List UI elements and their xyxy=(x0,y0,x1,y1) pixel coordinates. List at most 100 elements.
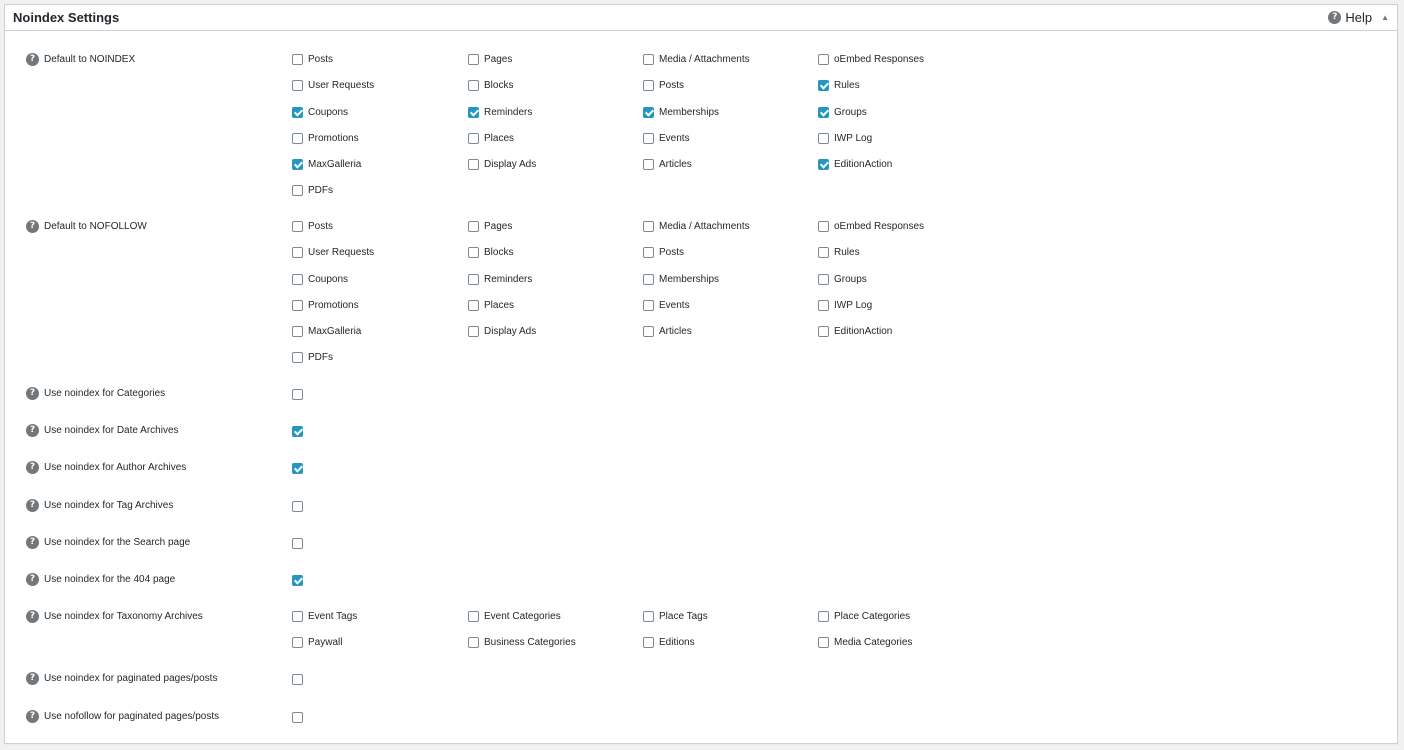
option-label: Groups xyxy=(834,273,867,285)
option-checkbox[interactable] xyxy=(818,299,829,311)
option-checkbox[interactable] xyxy=(468,637,479,649)
setting-checkbox[interactable] xyxy=(292,712,303,723)
option-checkbox[interactable] xyxy=(818,132,829,144)
option-checkbox[interactable] xyxy=(643,54,654,65)
option-checkbox[interactable] xyxy=(643,273,654,285)
option-checkbox[interactable] xyxy=(643,299,654,311)
option-label: User Requests xyxy=(308,80,375,92)
option-checkbox[interactable] xyxy=(818,221,829,232)
option-checkbox[interactable] xyxy=(292,132,303,144)
option-checkbox[interactable] xyxy=(292,326,303,337)
setting-label: ? Use noindex for Categories xyxy=(26,386,165,400)
option-checkbox[interactable] xyxy=(468,299,479,311)
question-circle-icon[interactable]: ? xyxy=(26,52,39,66)
option-checkbox[interactable] xyxy=(643,132,654,144)
option-checkbox[interactable] xyxy=(468,159,479,170)
option-label: IWP Log xyxy=(834,132,873,144)
option-label: Media / Attachments xyxy=(659,221,750,232)
option-checkbox[interactable] xyxy=(643,247,654,259)
question-circle-icon[interactable]: ? xyxy=(26,572,39,586)
option-checkbox[interactable] xyxy=(292,185,303,197)
option-checkbox[interactable] xyxy=(292,352,303,364)
option-checkbox[interactable] xyxy=(468,611,479,622)
option-checkbox[interactable] xyxy=(818,80,829,92)
option-checkbox[interactable] xyxy=(292,273,303,285)
option-checkbox[interactable] xyxy=(643,106,654,118)
question-circle-icon[interactable]: ? xyxy=(26,671,39,685)
option-label: Pages xyxy=(484,221,513,232)
option-checkbox[interactable] xyxy=(292,159,303,170)
option-checkbox[interactable] xyxy=(818,247,829,259)
setting-label: ? Use noindex for the Search page xyxy=(26,535,190,549)
option-label: Posts xyxy=(308,221,334,232)
option-label: Pages xyxy=(484,54,513,65)
option-checkbox[interactable] xyxy=(468,221,479,232)
option-label: oEmbed Responses xyxy=(834,54,925,65)
option-checkbox[interactable] xyxy=(643,159,654,170)
question-circle-icon[interactable]: ? xyxy=(26,386,39,400)
option-checkbox[interactable] xyxy=(292,247,303,259)
option-label: PDFs xyxy=(308,352,333,364)
option-checkbox[interactable] xyxy=(643,326,654,337)
question-circle-icon[interactable]: ? xyxy=(26,709,39,723)
option-checkbox[interactable] xyxy=(643,80,654,92)
setting-checkbox[interactable] xyxy=(292,426,303,437)
option-checkbox[interactable] xyxy=(643,637,654,649)
option-label: EditionAction xyxy=(834,159,893,170)
setting-checkbox[interactable] xyxy=(292,463,303,474)
help-button[interactable]: ? Help ▲ xyxy=(1328,10,1389,25)
question-circle-icon[interactable]: ? xyxy=(26,219,39,233)
setting-label: ? Use noindex for paginated pages/posts xyxy=(26,671,217,685)
option-checkbox[interactable] xyxy=(468,247,479,259)
option-checkbox[interactable] xyxy=(468,80,479,92)
setting-checkbox[interactable] xyxy=(292,538,303,549)
option-label: Place Categories xyxy=(834,611,911,622)
option-label: User Requests xyxy=(308,247,375,259)
option-checkbox[interactable] xyxy=(643,611,654,622)
option-label: Articles xyxy=(659,326,692,337)
option-checkbox[interactable] xyxy=(292,637,303,649)
question-circle-icon[interactable]: ? xyxy=(26,535,39,549)
setting-checkbox[interactable] xyxy=(292,389,303,400)
option-checkbox[interactable] xyxy=(292,611,303,622)
option-label: Articles xyxy=(659,159,692,170)
option-label: Places xyxy=(484,132,515,144)
option-label: IWP Log xyxy=(834,299,873,311)
option-checkbox[interactable] xyxy=(292,299,303,311)
question-circle-icon[interactable]: ? xyxy=(26,609,39,623)
option-checkbox[interactable] xyxy=(818,611,829,622)
option-checkbox[interactable] xyxy=(468,106,479,118)
panel-title: Noindex Settings xyxy=(13,10,120,25)
option-checkbox[interactable] xyxy=(818,326,829,337)
option-checkbox[interactable] xyxy=(818,106,829,118)
option-label: PDFs xyxy=(308,185,333,197)
setting-label-text: Use noindex for Date Archives xyxy=(44,424,179,436)
question-circle-icon[interactable]: ? xyxy=(26,423,39,437)
arrow-up-icon[interactable]: ▲ xyxy=(1381,13,1389,22)
option-checkbox[interactable] xyxy=(643,221,654,232)
option-checkbox[interactable] xyxy=(292,54,303,65)
option-label: Business Categories xyxy=(484,637,576,649)
option-checkbox[interactable] xyxy=(818,159,829,170)
question-circle-icon[interactable]: ? xyxy=(26,460,39,474)
option-checkbox[interactable] xyxy=(818,54,829,65)
option-checkbox[interactable] xyxy=(468,132,479,144)
option-checkbox[interactable] xyxy=(468,273,479,285)
option-label: Display Ads xyxy=(484,159,537,170)
option-checkbox[interactable] xyxy=(818,637,829,649)
option-label: Reminders xyxy=(484,106,533,118)
setting-checkbox[interactable] xyxy=(292,674,303,685)
option-label: Posts xyxy=(659,247,685,259)
option-checkbox[interactable] xyxy=(468,326,479,337)
option-checkbox[interactable] xyxy=(292,80,303,92)
help-label: Help xyxy=(1345,10,1373,25)
setting-checkbox[interactable] xyxy=(292,575,303,586)
option-checkbox[interactable] xyxy=(292,221,303,232)
option-checkbox[interactable] xyxy=(292,106,303,118)
option-checkbox[interactable] xyxy=(468,54,479,65)
setting-checkbox[interactable] xyxy=(292,501,303,512)
question-circle-icon: ? xyxy=(1328,11,1342,24)
question-circle-icon[interactable]: ? xyxy=(26,498,39,512)
option-checkbox[interactable] xyxy=(818,273,829,285)
option-label: EditionAction xyxy=(834,326,893,337)
